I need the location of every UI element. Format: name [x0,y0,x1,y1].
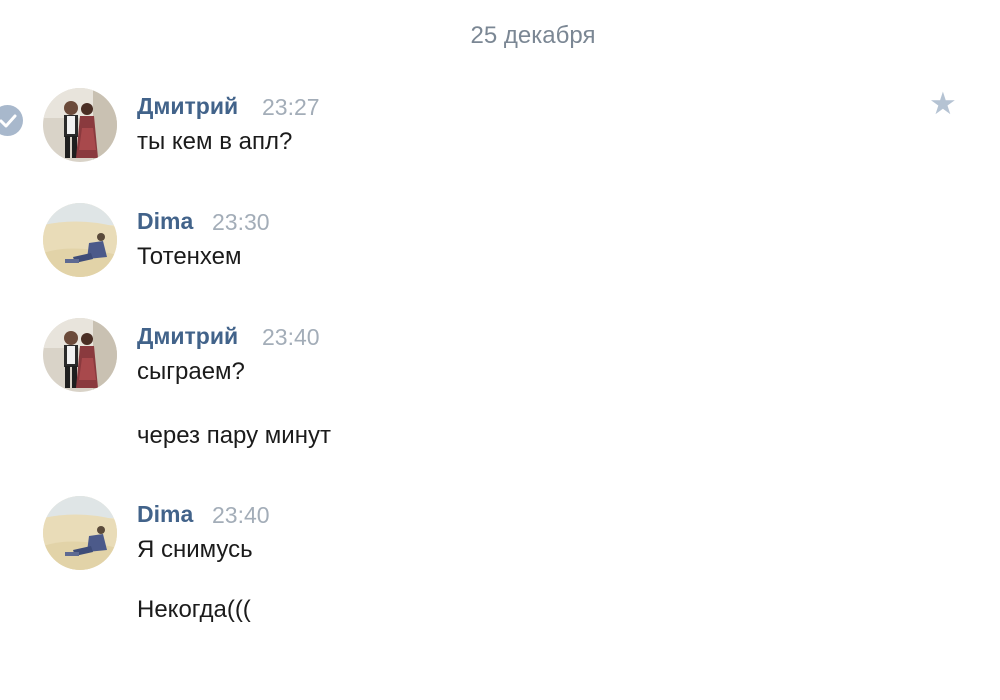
author-name[interactable]: Dima [137,208,193,235]
message-text: Некогда((( [137,596,251,623]
message-text: ты кем в апл? [137,128,293,155]
message-text: через пару минут [137,422,331,449]
message-time[interactable]: 23:40 [212,502,270,529]
message-text: Тотенхем [137,243,242,270]
check-icon[interactable] [0,105,23,136]
avatar[interactable] [43,318,117,392]
avatar[interactable] [43,496,117,570]
date-separator: 25 декабря [470,22,596,49]
author-name[interactable]: Dima [137,501,193,528]
message-time[interactable]: 23:27 [262,94,320,121]
star-icon[interactable]: ★ [929,88,957,119]
chat-history: 25 декабря Дмитрий 23:27 ты кем в апл? ★… [0,0,1000,700]
author-name[interactable]: Дмитрий [137,93,238,120]
message-time[interactable]: 23:30 [212,209,270,236]
avatar[interactable] [43,88,117,162]
author-name[interactable]: Дмитрий [137,323,238,350]
avatar[interactable] [43,203,117,277]
message-text: Я снимусь [137,536,253,563]
message-time[interactable]: 23:40 [262,324,320,351]
message-text: сыграем? [137,358,245,385]
